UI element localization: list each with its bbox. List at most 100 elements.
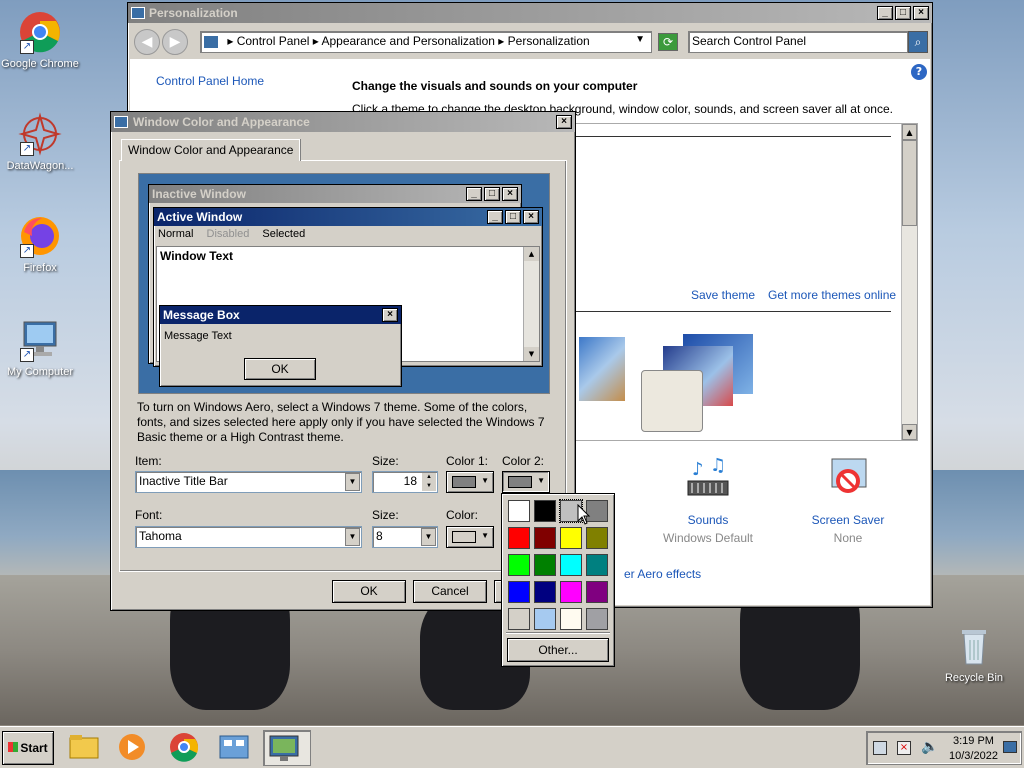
color-swatch[interactable]	[586, 608, 608, 630]
search-input[interactable]: Search Control Panel	[688, 31, 908, 53]
color-swatch[interactable]	[508, 608, 530, 630]
aero-info-text: To turn on Windows Aero, select a Window…	[137, 400, 545, 444]
desktop-icon-my-computer[interactable]: ↗ My Computer	[0, 318, 80, 378]
color-swatch[interactable]	[534, 581, 556, 603]
color-swatch[interactable]	[508, 554, 530, 576]
clock-date[interactable]: 10/3/2022	[949, 750, 998, 762]
scroll-up-arrow[interactable]: ▲	[902, 124, 917, 140]
personalization-titlebar[interactable]: Personalization _ □ ×	[128, 3, 932, 23]
computer-icon: ↗	[18, 318, 62, 362]
chevron-down-icon: ▼	[537, 476, 545, 485]
show-desktop-icon[interactable]	[1003, 741, 1017, 753]
item-select-value: Inactive Title Bar	[139, 474, 228, 488]
taskbar-control-panel[interactable]	[214, 730, 258, 766]
color-swatch[interactable]	[534, 608, 556, 630]
scroll-down-arrow[interactable]: ▼	[902, 424, 917, 440]
tab-window-color-appearance[interactable]: Window Color and Appearance	[121, 139, 301, 161]
spinner-arrows-icon[interactable]: ▲ ▼	[422, 473, 436, 491]
color-swatch[interactable]	[534, 500, 556, 522]
color-swatch[interactable]	[586, 554, 608, 576]
scroll-thumb[interactable]	[902, 140, 917, 226]
sounds-value: Windows Default	[662, 531, 754, 545]
font-select[interactable]: Tahoma ▼	[135, 526, 362, 548]
refresh-icon[interactable]: ⟳	[658, 33, 678, 51]
ok-button[interactable]: OK	[332, 580, 406, 603]
breadcrumb-personalization[interactable]: Personalization	[508, 34, 590, 48]
address-bar[interactable]: ▸ Control Panel ▸ Appearance and Persona…	[200, 31, 652, 53]
color-swatch[interactable]	[508, 581, 530, 603]
get-more-themes-link[interactable]: Get more themes online	[768, 288, 896, 302]
desktop-icon-chrome[interactable]: ↗ Google Chrome	[0, 10, 80, 70]
screen-saver-icon	[831, 458, 867, 493]
font-color-button[interactable]: ▼	[446, 526, 494, 548]
aero-effects-link[interactable]: er Aero effects	[624, 567, 701, 581]
size-spinner[interactable]: 18 ▲ ▼	[372, 471, 438, 493]
volume-icon[interactable]: 🔈	[921, 739, 938, 755]
color-swatch[interactable]	[534, 554, 556, 576]
preview-msgbox-ok: OK	[244, 358, 316, 380]
help-icon[interactable]: ?	[911, 64, 927, 80]
breadcrumb-appearance[interactable]: Appearance and Personalization	[321, 34, 494, 48]
control-panel-home-link[interactable]: Control Panel Home	[156, 74, 264, 88]
screen-saver-panel[interactable]: Screen Saver None	[798, 455, 898, 545]
taskbar-personalization[interactable]	[263, 730, 311, 766]
network-icon[interactable]	[873, 741, 887, 755]
color-swatch[interactable]	[560, 581, 582, 603]
desktop-icon-datawagon[interactable]: ↗ DataWagon...	[0, 112, 80, 172]
color-swatch[interactable]	[586, 527, 608, 549]
breadcrumb-control-panel[interactable]: Control Panel	[237, 34, 310, 48]
start-button[interactable]: Start	[2, 731, 54, 765]
search-icon[interactable]: ⌕	[908, 31, 928, 53]
chevron-down-icon[interactable]: ▼	[635, 34, 645, 45]
sounds-label: Sounds	[687, 513, 729, 527]
action-center-icon[interactable]: ×	[897, 741, 911, 755]
minimize-button[interactable]: _	[877, 6, 893, 20]
taskbar-chrome[interactable]	[164, 730, 208, 766]
color-swatch[interactable]	[586, 581, 608, 603]
screen-saver-value: None	[833, 531, 863, 545]
font-size-select[interactable]: 8 ▼	[372, 526, 438, 548]
chrome-icon	[170, 733, 199, 762]
forward-button[interactable]: ▶	[162, 29, 188, 55]
color-swatch[interactable]	[508, 500, 530, 522]
dialog-title: Window Color and Appearance	[133, 115, 310, 129]
theme-thumbnail-partial[interactable]	[579, 337, 625, 401]
back-button[interactable]: ◀	[134, 29, 160, 55]
theme-thumbnail-classic[interactable]	[639, 334, 759, 434]
close-button[interactable]: ×	[913, 6, 929, 20]
other-color-button[interactable]: Other...	[507, 638, 609, 662]
preview-message-box: Message Box × Message Text OK	[159, 305, 402, 387]
control-panel-icon	[219, 735, 249, 759]
sounds-panel[interactable]: ♪ ♫ Sounds Windows Default	[660, 455, 756, 545]
chevron-down-icon[interactable]: ▼	[345, 528, 360, 546]
dialog-close-button[interactable]: ×	[556, 115, 572, 129]
item-select[interactable]: Inactive Title Bar ▼	[135, 471, 362, 493]
preview-menu-selected: Selected	[262, 228, 306, 240]
save-theme-link[interactable]: Save theme	[691, 288, 755, 302]
taskbar-media-player[interactable]	[112, 730, 156, 766]
maximize-button[interactable]: □	[895, 6, 911, 20]
color1-button[interactable]: ▼	[446, 471, 494, 493]
color-swatch[interactable]	[560, 608, 582, 630]
cancel-button[interactable]: Cancel	[413, 580, 487, 603]
theme-list-scrollbar[interactable]: ▲ ▼	[901, 124, 917, 440]
desktop-icon-recycle-bin[interactable]: Recycle Bin	[934, 624, 1014, 684]
taskbar-explorer[interactable]	[64, 730, 108, 766]
preview-menubar: Normal Disabled Selected	[154, 226, 542, 244]
chevron-down-icon[interactable]: ▼	[345, 473, 360, 491]
color-swatch[interactable]	[560, 554, 582, 576]
color-swatch[interactable]	[534, 527, 556, 549]
desktop-icon-label: My Computer	[6, 366, 74, 378]
color-swatch[interactable]	[560, 527, 582, 549]
chevron-down-icon[interactable]: ▼	[421, 528, 436, 546]
breadcrumb-sep: ▸	[227, 34, 237, 48]
desktop-icon-firefox[interactable]: ↗ Firefox	[0, 214, 80, 274]
color-swatch[interactable]	[508, 527, 530, 549]
maximize-icon: □	[484, 187, 500, 201]
screen-saver-label: Screen Saver	[811, 513, 885, 527]
color2-button[interactable]: ▼	[502, 471, 550, 493]
dialog-titlebar[interactable]: Window Color and Appearance ×	[111, 112, 575, 132]
preview-msgbox-title: Message Box	[163, 308, 240, 322]
preview-menu-disabled: Disabled	[206, 228, 250, 240]
clock-time[interactable]: 3:19 PM	[953, 735, 994, 747]
